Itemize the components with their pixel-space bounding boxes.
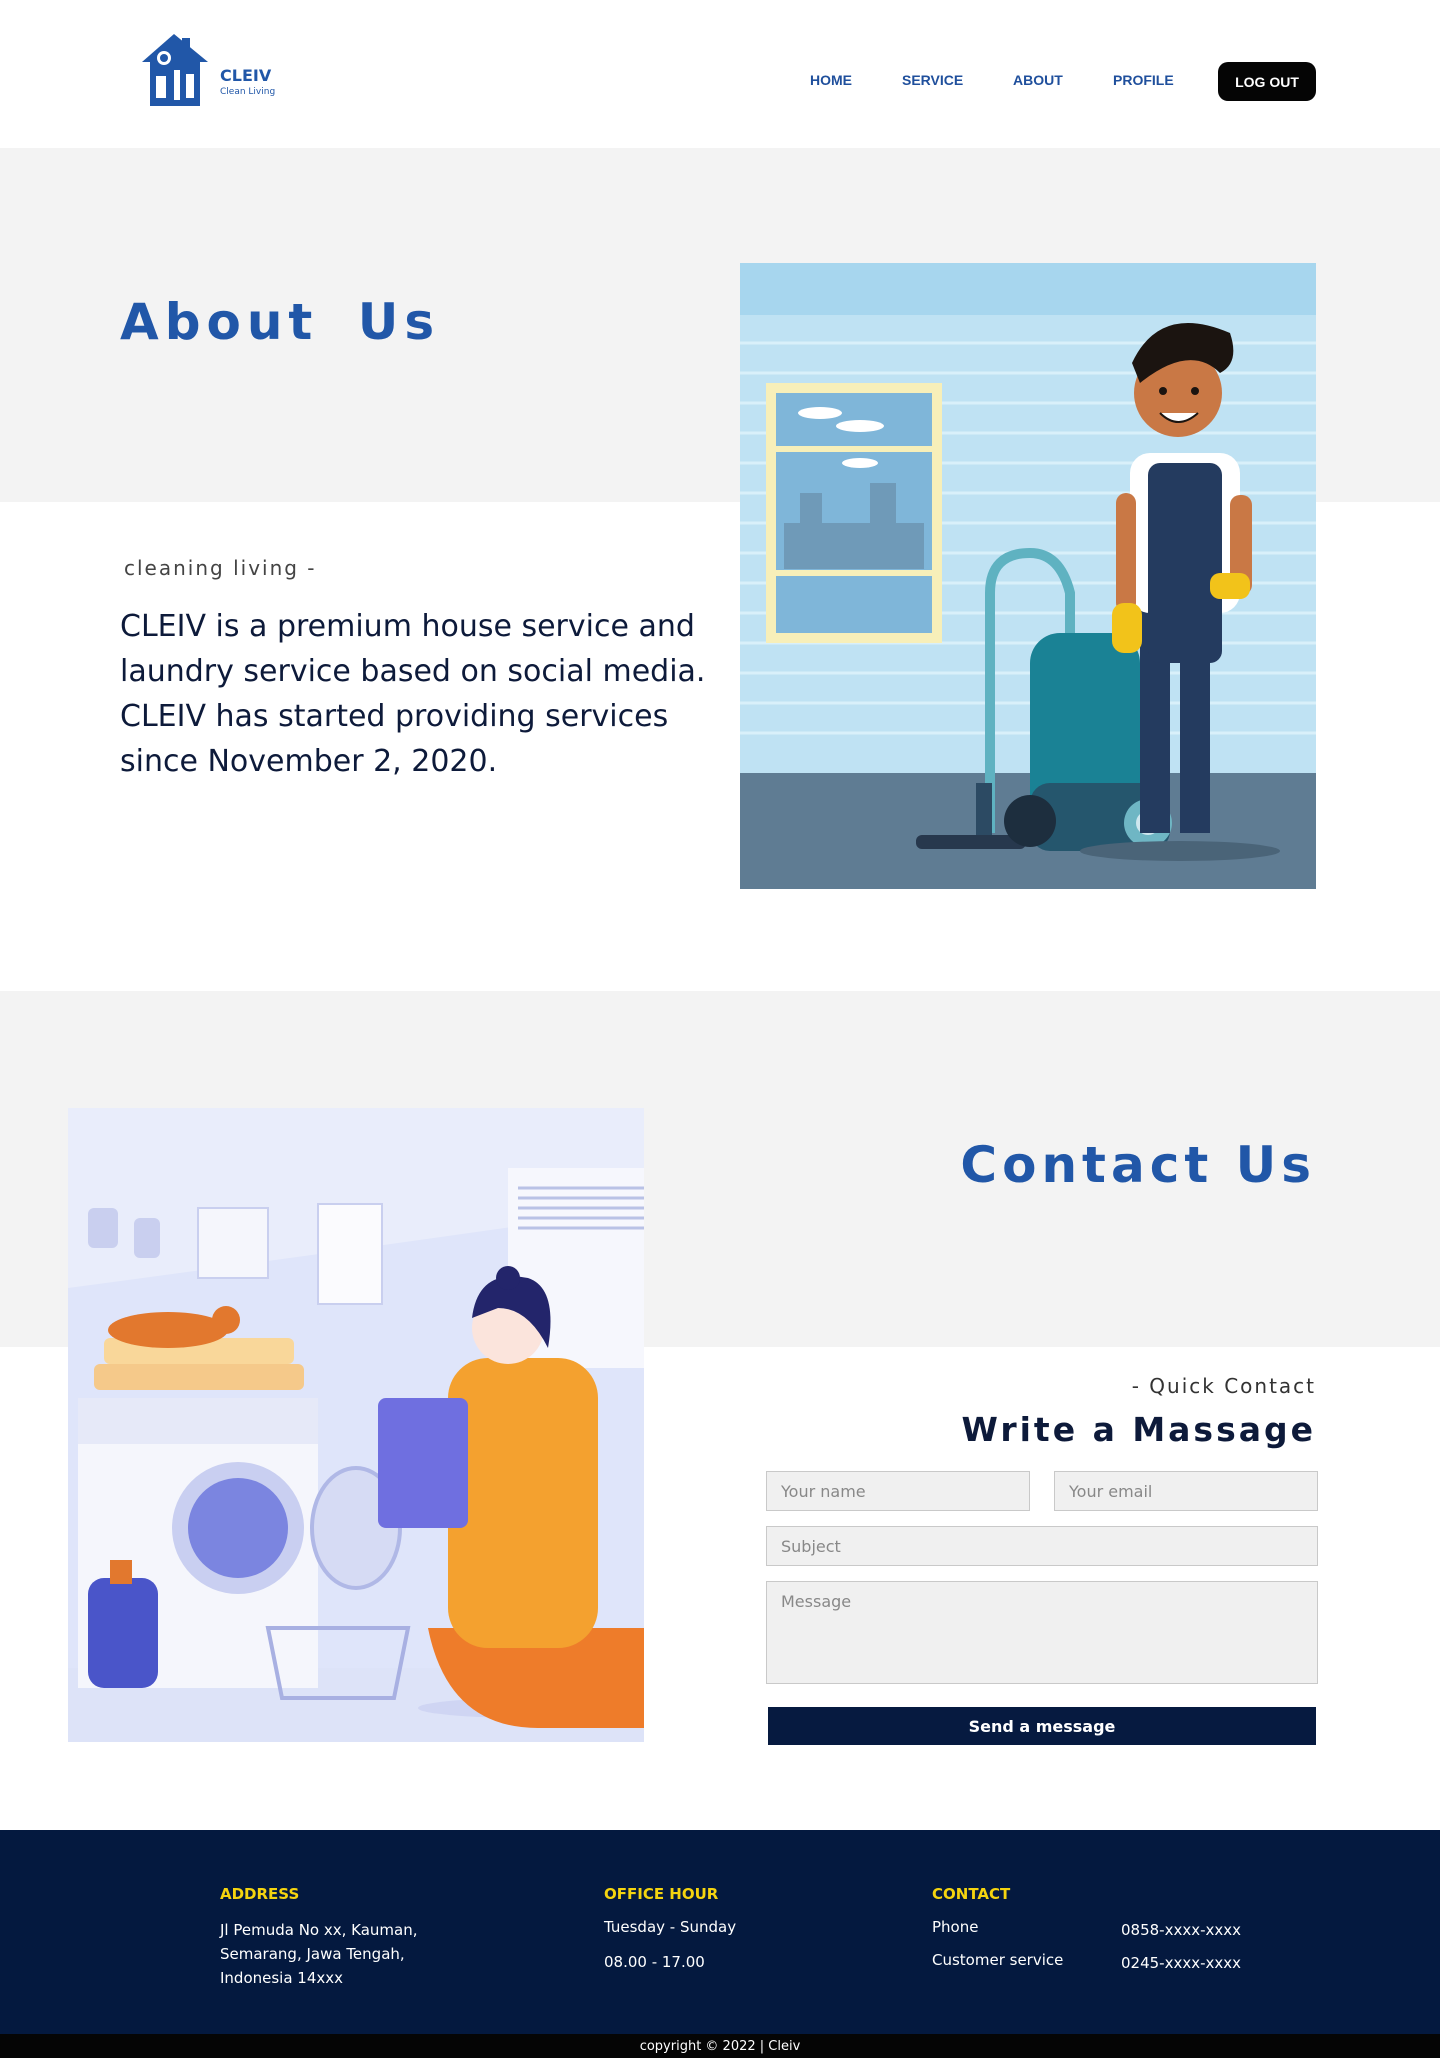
laundry-illustration	[68, 1108, 644, 1742]
address-line-2: Semarang, Jawa Tengah,	[220, 1945, 405, 1963]
phone-label: Phone	[932, 1918, 979, 1936]
quick-contact-label: - Quick Contact	[1131, 1374, 1316, 1398]
site-footer: ADDRESS Jl Pemuda No xx, Kauman, Semaran…	[0, 1830, 1440, 2034]
write-message-heading: Write a Massage	[961, 1410, 1316, 1449]
about-title: About Us	[120, 293, 441, 351]
office-time: 08.00 - 17.00	[604, 1953, 705, 1971]
customer-service-value: 0245-xxxx-xxxx	[1121, 1954, 1242, 1972]
about-description: CLEIV is a premium house service and lau…	[120, 609, 706, 779]
nav-service[interactable]: SERVICE	[902, 72, 963, 88]
copyright-bar: copyright © 2022 | Cleiv	[0, 2034, 1440, 2058]
cleaner-illustration	[740, 263, 1316, 889]
name-field[interactable]: Your name	[766, 1471, 1030, 1511]
customer-service-label: Customer service	[932, 1951, 1064, 1969]
phone-value: 0858-xxxx-xxxx	[1121, 1921, 1242, 1939]
office-hour-heading: OFFICE HOUR	[604, 1885, 719, 1903]
house-logo-icon	[142, 34, 208, 106]
nav-about[interactable]: ABOUT	[1013, 72, 1063, 88]
address-line-3: Indonesia 14xxx	[220, 1969, 344, 1987]
cleiv-logo[interactable]: CLEIV Clean Living	[138, 30, 298, 110]
page: CLEIV Clean Living HOME SERVICE ABOUT PR…	[0, 0, 1440, 2058]
contact-title: Contact Us	[960, 1136, 1316, 1194]
nav-home[interactable]: HOME	[810, 72, 852, 88]
nav-profile[interactable]: PROFILE	[1113, 72, 1174, 88]
address-heading: ADDRESS	[220, 1885, 300, 1903]
about-tagline: cleaning living -	[124, 556, 317, 580]
subject-field[interactable]: Subject	[766, 1526, 1318, 1566]
logo-tagline: Clean Living	[220, 87, 276, 97]
logo-wordmark: CLEIV	[220, 66, 272, 85]
address-line-1: Jl Pemuda No xx, Kauman,	[220, 1921, 418, 1939]
office-days: Tuesday - Sunday	[604, 1918, 737, 1936]
email-field[interactable]: Your email	[1054, 1471, 1318, 1511]
logout-button[interactable]: LOG OUT	[1218, 62, 1316, 101]
contact-heading: CONTACT	[932, 1885, 1011, 1903]
site-header: CLEIV Clean Living HOME SERVICE ABOUT PR…	[0, 0, 1440, 148]
send-message-button[interactable]: Send a message	[768, 1707, 1316, 1745]
message-field[interactable]: Message	[766, 1581, 1318, 1684]
